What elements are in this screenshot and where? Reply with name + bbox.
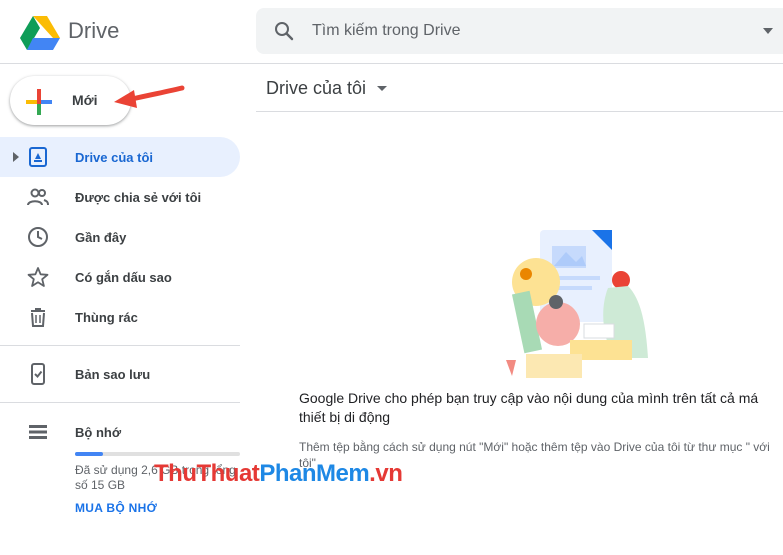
storage-usage-bar — [75, 452, 240, 456]
watermark: ThuThuatPhanMem.vn — [154, 460, 403, 488]
sidebar-item-recent[interactable]: Gần đây — [0, 217, 240, 257]
storage-icon — [29, 425, 47, 439]
sidebar-item-my-drive[interactable]: Drive của tôi — [0, 137, 240, 177]
search-input[interactable]: Tìm kiếm trong Drive — [312, 22, 460, 40]
sidebar-item-storage[interactable]: Bộ nhớ — [0, 412, 240, 452]
search-icon[interactable] — [274, 21, 294, 41]
sidebar-item-shared[interactable]: Được chia sẻ với tôi — [0, 177, 240, 217]
main-divider — [256, 111, 783, 112]
watermark-part: ThuThuat — [154, 460, 260, 487]
expand-caret-icon[interactable] — [13, 152, 19, 162]
my-drive-icon — [29, 147, 47, 167]
plus-icon — [26, 89, 52, 115]
backup-icon — [31, 363, 45, 385]
clock-icon — [28, 227, 48, 247]
watermark-part: PhanMem — [259, 460, 370, 487]
sidebar-item-label: Được chia sẻ với tôi — [75, 190, 202, 205]
search-options-icon[interactable] — [763, 28, 773, 34]
sidebar-item-label: Thùng rác — [75, 310, 138, 325]
new-button-label: Mới — [72, 92, 98, 108]
sidebar-item-label: Bản sao lưu — [75, 367, 151, 382]
sidebar-item-label: Bộ nhớ — [75, 425, 122, 440]
sidebar-divider — [0, 345, 240, 346]
buy-storage-link[interactable]: MUA BỘ NHỚ — [75, 501, 157, 515]
sidebar-divider — [0, 402, 240, 403]
drive-logo-icon[interactable] — [20, 14, 60, 50]
shared-icon — [27, 188, 49, 206]
empty-state-title: Google Drive cho phép bạn truy cập vào n… — [299, 390, 759, 425]
sidebar-item-starred[interactable]: Có gắn dấu sao — [0, 257, 240, 297]
page-title[interactable]: Drive của tôi — [266, 78, 366, 99]
sidebar-item-trash[interactable]: Thùng rác — [0, 297, 240, 337]
sidebar-item-label: Gần đây — [75, 230, 127, 245]
red-arrow-annotation — [114, 85, 185, 108]
top-bar: Drive Tìm kiếm trong Drive — [0, 0, 783, 64]
trash-icon — [31, 308, 45, 327]
star-icon — [27, 267, 49, 287]
search-bar[interactable]: Tìm kiếm trong Drive — [256, 8, 783, 54]
watermark-part: .vn — [369, 460, 403, 487]
sidebar-item-label: Có gắn dấu sao — [75, 270, 172, 285]
app-brand[interactable]: Drive — [68, 18, 119, 44]
sidebar-item-label: Drive của tôi — [75, 150, 154, 165]
chevron-down-icon[interactable] — [377, 86, 387, 91]
storage-usage-fill — [75, 452, 104, 456]
sidebar-item-backups[interactable]: Bản sao lưu — [0, 354, 240, 394]
empty-state-illustration — [506, 230, 648, 378]
